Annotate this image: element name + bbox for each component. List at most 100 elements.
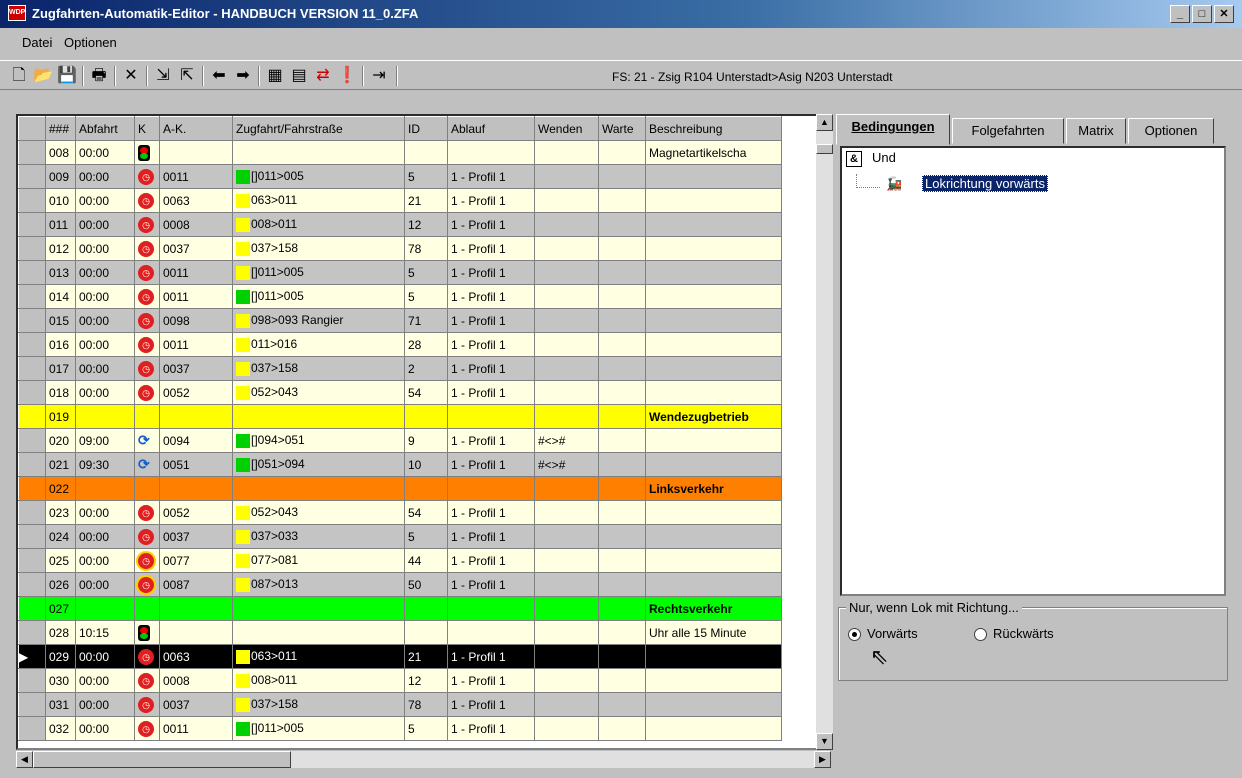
route-color-swatch [236, 529, 250, 544]
table-row[interactable]: ▶ 029 00:00 ◷ 0063 063>011 21 1 - Profil 1 [18, 644, 782, 669]
tab-folgefahrten[interactable]: Folgefahrten [952, 118, 1064, 144]
tab-matrix[interactable]: Matrix [1066, 118, 1126, 144]
row-indicator[interactable] [18, 212, 46, 237]
table-row[interactable]: 018 00:00 ◷ 0052 052>043 54 1 - Profil 1 [18, 380, 782, 405]
scroll-down-icon[interactable]: ▼ [816, 733, 833, 750]
table-row[interactable]: 024 00:00 ◷ 0037 037>033 5 1 - Profil 1 [18, 524, 782, 549]
row-indicator[interactable] [18, 380, 46, 405]
table-row[interactable]: 028 10:15 Uhr alle 15 Minute [18, 620, 782, 645]
row-indicator[interactable] [18, 428, 46, 453]
table-row[interactable]: 027 Rechtsverkehr [18, 596, 782, 621]
scroll-up-icon[interactable]: ▲ [816, 114, 833, 131]
table-row[interactable]: 008 00:00 Magnetartikelscha [18, 140, 782, 165]
warning-icon[interactable]: ❗ [336, 65, 358, 87]
table-row[interactable]: 026 00:00 ◷ 0087 087>013 50 1 - Profil 1 [18, 572, 782, 597]
grid-horizontal-scrollbar[interactable]: ◀ ▶ [16, 751, 831, 768]
swap-arrows-icon[interactable]: ⇄ [312, 65, 334, 87]
row-indicator[interactable] [18, 548, 46, 573]
table-row[interactable]: 031 00:00 ◷ 0037 037>158 78 1 - Profil 1 [18, 692, 782, 717]
col-header-wenden[interactable]: Wenden [534, 116, 599, 141]
row-indicator[interactable] [18, 260, 46, 285]
tab-bedingungen[interactable]: Bedingungen [836, 114, 950, 145]
col-header-k[interactable]: K [134, 116, 160, 141]
app-icon[interactable]: WDP [8, 5, 26, 21]
menu-optionen[interactable]: Optionen [64, 35, 117, 50]
col-header-id[interactable]: ID [404, 116, 448, 141]
arrow-left-icon[interactable]: ⬅ [208, 65, 230, 87]
print-icon[interactable]: 🖶 [88, 65, 110, 87]
row-indicator[interactable] [18, 716, 46, 741]
row-indicator[interactable] [18, 164, 46, 189]
table-row[interactable]: 011 00:00 ◷ 0008 008>011 12 1 - Profil 1 [18, 212, 782, 237]
row-indicator[interactable] [18, 524, 46, 549]
table-row[interactable]: 010 00:00 ◷ 0063 063>011 21 1 - Profil 1 [18, 188, 782, 213]
table-icon[interactable]: ▤ [288, 65, 310, 87]
radio-rueckwaerts[interactable]: Rückwärts [974, 626, 1054, 642]
col-header-ak[interactable]: A-K. [159, 116, 233, 141]
table-row[interactable]: 012 00:00 ◷ 0037 037>158 78 1 - Profil 1 [18, 236, 782, 261]
row-indicator[interactable] [18, 476, 46, 501]
row-indicator[interactable]: ▶ [18, 644, 46, 669]
close-button[interactable]: ✕ [1214, 5, 1234, 23]
table-row[interactable]: 032 00:00 ◷ 0011 []011>005 5 1 - Profil 1 [18, 716, 782, 741]
table-row[interactable]: 021 09:30 ⟳ 0051 []051>094 10 1 - Profil 1 #<># [18, 452, 782, 477]
col-header-beschreibung[interactable]: Beschreibung [645, 116, 782, 141]
horizontal-scroll-thumb[interactable] [33, 751, 291, 768]
row-indicator[interactable] [18, 140, 46, 165]
tab-optionen[interactable]: Optionen [1128, 118, 1214, 144]
table-row[interactable]: 014 00:00 ◷ 0011 []011>005 5 1 - Profil 1 [18, 284, 782, 309]
vertical-scroll-thumb[interactable] [816, 144, 833, 154]
menu-datei[interactable]: Datei [22, 35, 52, 50]
minimize-button[interactable]: _ [1170, 5, 1190, 23]
row-indicator[interactable] [18, 188, 46, 213]
insert-row-icon[interactable]: ⇲ [152, 65, 174, 87]
scroll-left-icon[interactable]: ◀ [16, 751, 33, 768]
conditions-tree[interactable] [840, 146, 1226, 596]
departures-grid[interactable]: ### Abfahrt K A-K. Zugfahrt/Fahrstraße I… [16, 114, 831, 750]
col-header-num[interactable]: ### [45, 116, 76, 141]
row-indicator[interactable] [18, 596, 46, 621]
row-indicator[interactable] [18, 284, 46, 309]
row-indicator[interactable] [18, 332, 46, 357]
row-indicator[interactable] [18, 668, 46, 693]
row-indicator[interactable] [18, 308, 46, 333]
save-icon[interactable]: 💾 [56, 65, 78, 87]
table-row[interactable]: 030 00:00 ◷ 0008 008>011 12 1 - Profil 1 [18, 668, 782, 693]
table-row[interactable]: 016 00:00 ◷ 0011 011>016 28 1 - Profil 1 [18, 332, 782, 357]
tree-node-und[interactable]: & Und [846, 150, 896, 167]
row-indicator[interactable] [18, 404, 46, 429]
row-indicator[interactable] [18, 452, 46, 477]
row-indicator[interactable] [18, 500, 46, 525]
maximize-button[interactable]: □ [1192, 5, 1212, 23]
append-row-icon[interactable]: ⇱ [176, 65, 198, 87]
table-row[interactable]: 017 00:00 ◷ 0037 037>158 2 1 - Profil 1 [18, 356, 782, 381]
tree-node-lokrichtung[interactable]: 🚂 Lokrichtung vorwärts [886, 175, 1048, 192]
table-row[interactable]: 019 Wendezugbetrieb [18, 404, 782, 429]
col-header-route[interactable]: Zugfahrt/Fahrstraße [232, 116, 405, 141]
title-bar[interactable]: WDP Zugfahrten-Automatik-Editor - HANDBU… [0, 0, 1242, 28]
exit-icon[interactable]: ⇥ [368, 65, 390, 87]
new-file-icon[interactable]: 🗋 [8, 65, 30, 87]
arrow-right-icon[interactable]: ➡ [232, 65, 254, 87]
row-indicator[interactable] [18, 620, 46, 645]
table-row[interactable]: 020 09:00 ⟳ 0094 []094>051 9 1 - Profil 1 #<># [18, 428, 782, 453]
scroll-right-icon[interactable]: ▶ [814, 751, 831, 768]
table-row[interactable]: 013 00:00 ◷ 0011 []011>005 5 1 - Profil 1 [18, 260, 782, 285]
row-indicator[interactable] [18, 236, 46, 261]
radio-vorwaerts[interactable]: Vorwärts [848, 626, 918, 642]
row-indicator[interactable] [18, 692, 46, 717]
table-row[interactable]: 015 00:00 ◷ 0098 098>093 Rangier 71 1 - Profil… [18, 308, 782, 333]
col-header-abfahrt[interactable]: Abfahrt [75, 116, 135, 141]
table-row[interactable]: 023 00:00 ◷ 0052 052>043 54 1 - Profil 1 [18, 500, 782, 525]
open-folder-icon[interactable]: 📂 [32, 65, 54, 87]
layout-icon[interactable]: ▦ [264, 65, 286, 87]
col-header-ablauf[interactable]: Ablauf [447, 116, 535, 141]
grid-vertical-scrollbar[interactable]: ▲ ▼ [816, 114, 833, 750]
row-indicator[interactable] [18, 356, 46, 381]
table-row[interactable]: 025 00:00 ◷ 0077 077>081 44 1 - Profil 1 [18, 548, 782, 573]
delete-icon[interactable]: ✕ [120, 65, 142, 87]
row-indicator[interactable] [18, 572, 46, 597]
table-row[interactable]: 022 Linksverkehr [18, 476, 782, 501]
col-header-warte[interactable]: Warte [598, 116, 646, 141]
table-row[interactable]: 009 00:00 ◷ 0011 []011>005 5 1 - Profil 1 [18, 164, 782, 189]
